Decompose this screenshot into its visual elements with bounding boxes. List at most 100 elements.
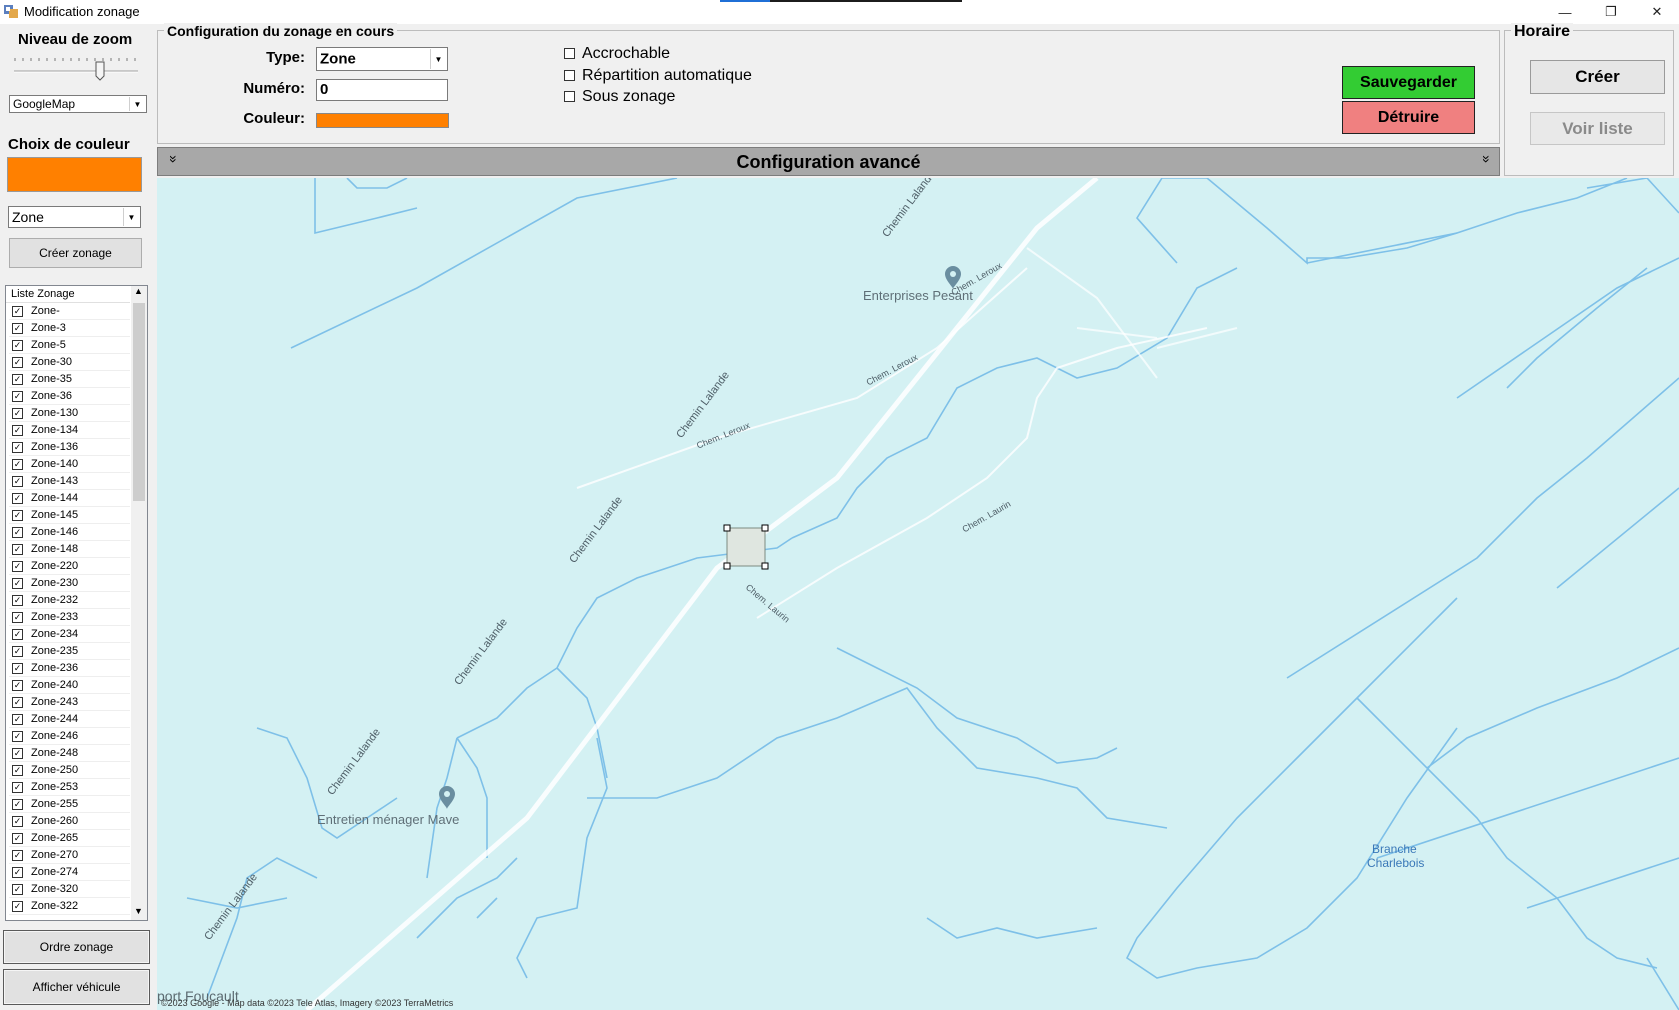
checkbox-checked-icon[interactable]: ✓ — [12, 816, 23, 827]
list-item[interactable]: ✓ Zone-5 — [9, 337, 130, 354]
checkbox-checked-icon[interactable]: ✓ — [12, 595, 23, 606]
checkbox-checked-icon[interactable]: ✓ — [12, 476, 23, 487]
checkbox-checked-icon[interactable]: ✓ — [12, 850, 23, 861]
list-item[interactable]: ✓ Zone-233 — [9, 609, 130, 626]
list-item[interactable]: ✓ Zone-246 — [9, 728, 130, 745]
list-item[interactable]: ✓ Zone-140 — [9, 456, 130, 473]
save-button[interactable]: Sauvegarder — [1342, 66, 1475, 99]
list-item[interactable]: ✓ Zone-265 — [9, 830, 130, 847]
list-item[interactable]: ✓ Zone-146 — [9, 524, 130, 541]
scroll-thumb[interactable] — [133, 303, 145, 501]
scroll-down-icon[interactable]: ▼ — [134, 906, 143, 916]
checkbox-checked-icon[interactable]: ✓ — [12, 323, 23, 334]
map-type-select[interactable]: GoogleMap ▼ — [9, 95, 147, 113]
list-item[interactable]: ✓ Zone-130 — [9, 405, 130, 422]
list-scrollbar[interactable]: ▲ ▼ — [131, 286, 147, 920]
selection-square[interactable] — [723, 524, 769, 570]
list-item[interactable]: ✓ Zone-236 — [9, 660, 130, 677]
expand-left-icon[interactable]: » — [166, 155, 182, 163]
list-item[interactable]: ✓ Zone-234 — [9, 626, 130, 643]
list-item[interactable]: ✓ Zone-320 — [9, 881, 130, 898]
checkbox-checked-icon[interactable]: ✓ — [12, 561, 23, 572]
zone-type-select[interactable]: Zone ▼ — [8, 206, 141, 228]
number-field[interactable]: 0 — [316, 79, 448, 101]
checkbox-checked-icon[interactable]: ✓ — [12, 527, 23, 538]
list-item[interactable]: ✓ Zone-250 — [9, 762, 130, 779]
checkbox-checked-icon[interactable]: ✓ — [12, 374, 23, 385]
checkbox-checked-icon[interactable]: ✓ — [12, 612, 23, 623]
zone-list[interactable]: Liste Zonage ✓ Zone- ✓ Zone-3 ✓ Zone-5 ✓ Zone-3… — [5, 285, 148, 921]
close-button[interactable]: ✕ — [1634, 0, 1679, 24]
list-item[interactable]: ✓ Zone-136 — [9, 439, 130, 456]
checkbox-checked-icon[interactable]: ✓ — [12, 646, 23, 657]
checkbox-checked-icon[interactable]: ✓ — [12, 884, 23, 895]
list-item[interactable]: ✓ Zone-36 — [9, 388, 130, 405]
expand-right-icon[interactable]: » — [1479, 155, 1495, 163]
list-item[interactable]: ✓ Zone-220 — [9, 558, 130, 575]
checkbox-checked-icon[interactable]: ✓ — [12, 425, 23, 436]
checkbox-checked-icon[interactable]: ✓ — [12, 629, 23, 640]
list-item[interactable]: ✓ Zone-30 — [9, 354, 130, 371]
checkbox-checked-icon[interactable]: ✓ — [12, 765, 23, 776]
list-item[interactable]: ✓ Zone-3 — [9, 320, 130, 337]
checkbox-checked-icon[interactable]: ✓ — [12, 391, 23, 402]
checkbox-checked-icon[interactable]: ✓ — [12, 493, 23, 504]
checkbox-checked-icon[interactable]: ✓ — [12, 544, 23, 555]
checkbox-checked-icon[interactable]: ✓ — [12, 459, 23, 470]
list-item[interactable]: ✓ Zone-230 — [9, 575, 130, 592]
checkbox-checked-icon[interactable]: ✓ — [12, 680, 23, 691]
checkbox-checked-icon[interactable]: ✓ — [12, 748, 23, 759]
checkbox-checked-icon[interactable]: ✓ — [12, 714, 23, 725]
checkbox-checked-icon[interactable]: ✓ — [12, 901, 23, 912]
checkbox-checked-icon[interactable]: ✓ — [12, 833, 23, 844]
checkbox-checked-icon[interactable]: ✓ — [12, 697, 23, 708]
order-zonage-button[interactable]: Ordre zonage — [3, 930, 150, 964]
checkbox-checked-icon[interactable]: ✓ — [12, 578, 23, 589]
sub-zonage-checkbox[interactable] — [564, 91, 575, 102]
list-item[interactable]: ✓ Zone-322 — [9, 898, 130, 915]
destroy-button[interactable]: Détruire — [1342, 101, 1475, 134]
map-view[interactable]: Chemin Lalande Chemin Lalande Chemin Lal… — [157, 178, 1679, 1010]
poi-entretien-mave[interactable]: Entretien ménager Mave — [317, 812, 459, 827]
list-item[interactable]: ✓ Zone-145 — [9, 507, 130, 524]
checkbox-checked-icon[interactable]: ✓ — [12, 408, 23, 419]
list-item[interactable]: ✓ Zone-243 — [9, 694, 130, 711]
checkbox-checked-icon[interactable]: ✓ — [12, 357, 23, 368]
list-item[interactable]: ✓ Zone-134 — [9, 422, 130, 439]
minimize-button[interactable]: — — [1542, 0, 1588, 24]
list-item[interactable]: ✓ Zone- — [9, 303, 130, 320]
list-item[interactable]: ✓ Zone-235 — [9, 643, 130, 660]
checkbox-checked-icon[interactable]: ✓ — [12, 663, 23, 674]
checkbox-checked-icon[interactable]: ✓ — [12, 306, 23, 317]
list-item[interactable]: ✓ Zone-270 — [9, 847, 130, 864]
restore-button[interactable]: ❐ — [1588, 0, 1634, 24]
list-item[interactable]: ✓ Zone-143 — [9, 473, 130, 490]
color-swatch[interactable] — [7, 157, 142, 192]
checkbox-checked-icon[interactable]: ✓ — [12, 442, 23, 453]
list-item[interactable]: ✓ Zone-244 — [9, 711, 130, 728]
scroll-up-icon[interactable]: ▲ — [134, 286, 143, 296]
checkbox-checked-icon[interactable]: ✓ — [12, 340, 23, 351]
list-item[interactable]: ✓ Zone-260 — [9, 813, 130, 830]
type-select[interactable]: Zone ▼ — [316, 47, 448, 71]
list-item[interactable]: ✓ Zone-232 — [9, 592, 130, 609]
auto-distribution-checkbox[interactable] — [564, 70, 575, 81]
checkbox-checked-icon[interactable]: ✓ — [12, 782, 23, 793]
list-item[interactable]: ✓ Zone-248 — [9, 745, 130, 762]
checkbox-checked-icon[interactable]: ✓ — [12, 799, 23, 810]
list-item[interactable]: ✓ Zone-274 — [9, 864, 130, 881]
list-item[interactable]: ✓ Zone-148 — [9, 541, 130, 558]
checkbox-checked-icon[interactable]: ✓ — [12, 731, 23, 742]
checkbox-checked-icon[interactable]: ✓ — [12, 510, 23, 521]
create-schedule-button[interactable]: Créer — [1530, 60, 1665, 94]
advanced-config-bar[interactable]: Configuration avancé » » — [157, 147, 1500, 176]
accrochable-checkbox[interactable] — [564, 48, 575, 59]
checkbox-checked-icon[interactable]: ✓ — [12, 867, 23, 878]
list-item[interactable]: ✓ Zone-144 — [9, 490, 130, 507]
view-list-button[interactable]: Voir liste — [1530, 112, 1665, 145]
color-field[interactable] — [316, 113, 449, 128]
show-vehicle-button[interactable]: Afficher véhicule — [3, 969, 150, 1005]
list-item[interactable]: ✓ Zone-35 — [9, 371, 130, 388]
list-item[interactable]: ✓ Zone-253 — [9, 779, 130, 796]
list-item[interactable]: ✓ Zone-240 — [9, 677, 130, 694]
